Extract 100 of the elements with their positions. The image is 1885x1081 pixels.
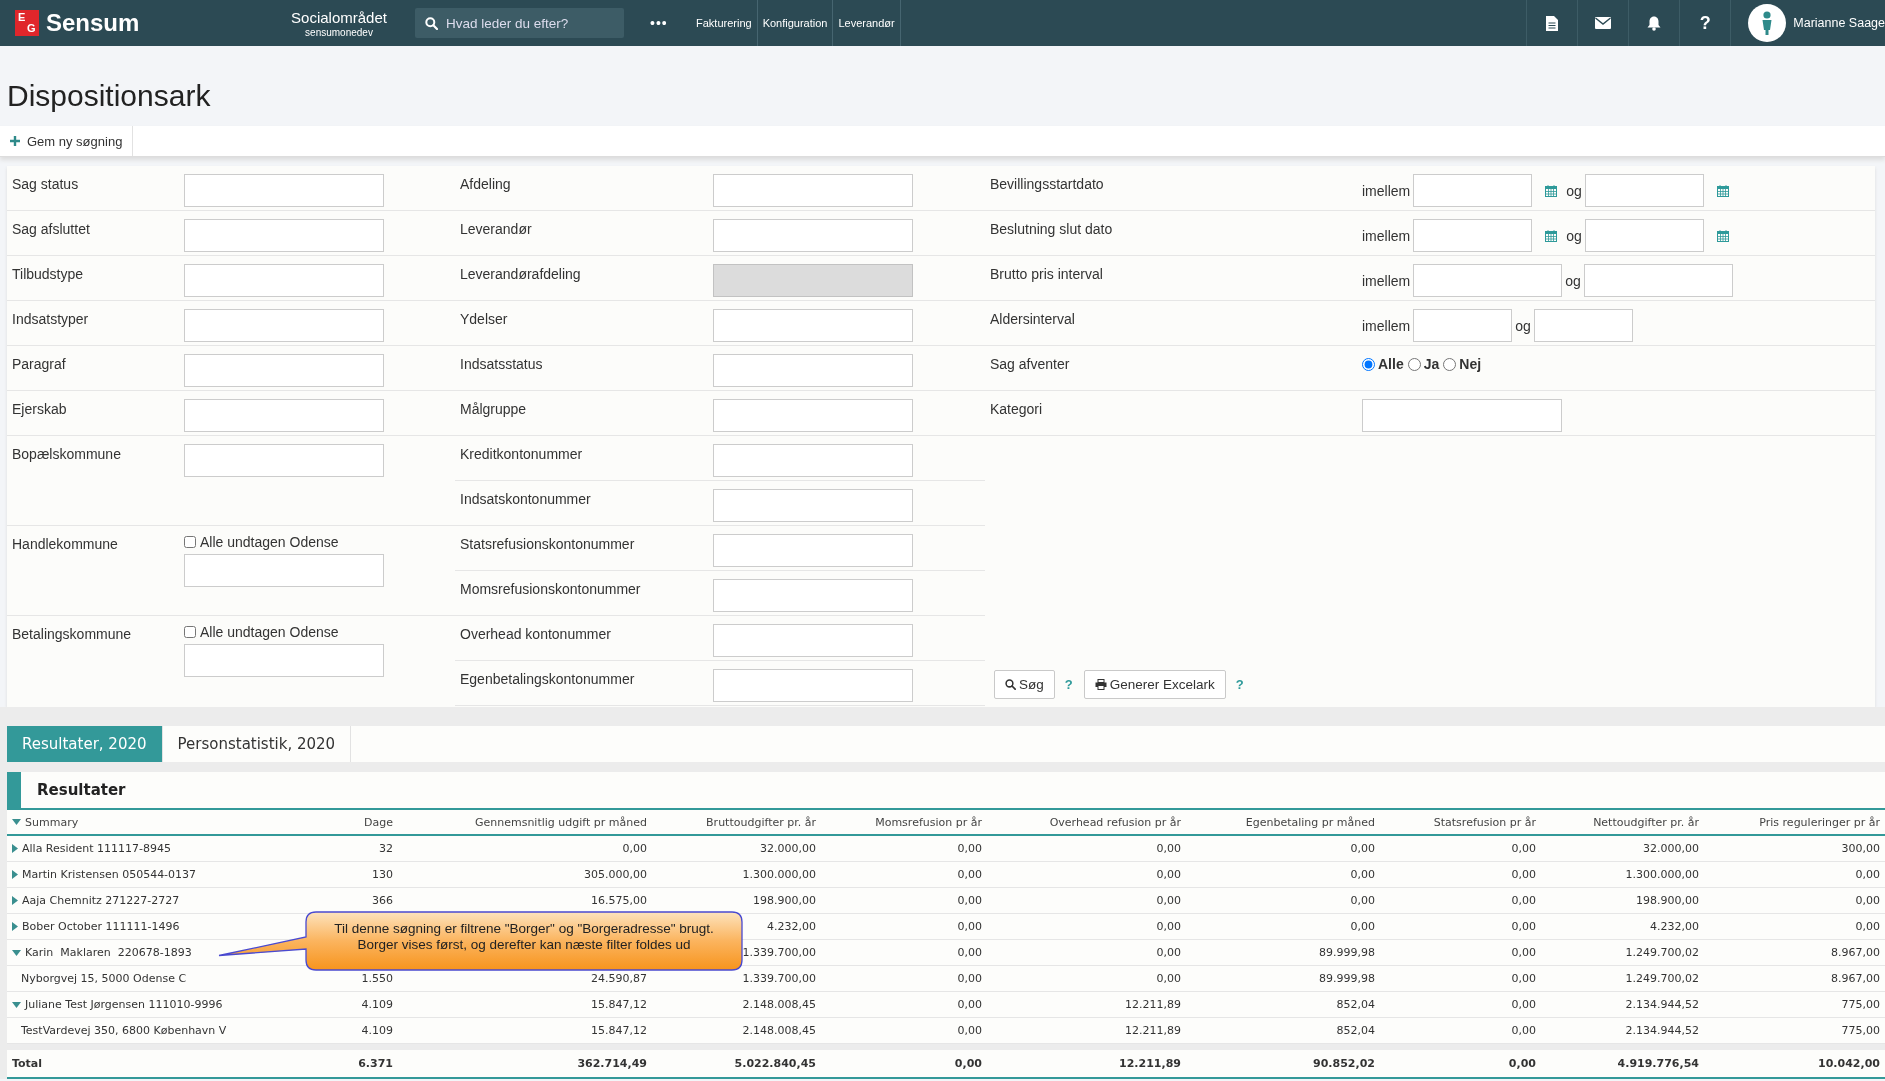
input-field[interactable] bbox=[1413, 174, 1533, 207]
search-button[interactable]: Søg bbox=[994, 670, 1055, 699]
expand-caret-icon[interactable] bbox=[12, 870, 18, 879]
document-icon[interactable] bbox=[1546, 15, 1559, 31]
avatar-icon[interactable] bbox=[1748, 4, 1787, 42]
input-field[interactable] bbox=[713, 489, 913, 522]
input-field[interactable] bbox=[1413, 309, 1513, 342]
row-label: Alla Resident 111117-8945 bbox=[22, 842, 172, 855]
input-field[interactable] bbox=[184, 174, 384, 207]
range-label: imellem bbox=[1362, 227, 1411, 244]
input-field[interactable] bbox=[713, 624, 913, 657]
row-label: Nyborgvej 15, 5000 Odense C bbox=[21, 972, 187, 985]
input-field[interactable] bbox=[184, 444, 384, 477]
checkbox-label: Alle undtagen Odense bbox=[200, 624, 339, 640]
menu-link[interactable]: Konfiguration bbox=[757, 0, 834, 46]
input-field[interactable] bbox=[713, 354, 913, 387]
save-search-button[interactable]: Gem ny søgning bbox=[0, 126, 134, 156]
export-button[interactable]: Generer Excelark bbox=[1083, 670, 1226, 699]
input-field[interactable] bbox=[184, 309, 384, 342]
checkbox[interactable] bbox=[184, 536, 196, 548]
table-cell: 0,00 bbox=[1855, 868, 1880, 881]
checkbox[interactable] bbox=[184, 626, 196, 638]
calendar-icon[interactable] bbox=[1545, 229, 1558, 242]
calendar-icon[interactable] bbox=[1716, 184, 1729, 197]
field-label: Afdeling bbox=[460, 176, 511, 192]
table-cell: 1.339.700,00 bbox=[742, 972, 816, 985]
input-field[interactable] bbox=[184, 399, 384, 432]
search-field[interactable]: Hvad leder du efter? bbox=[415, 8, 624, 38]
table-cell: 5.022.840,45 bbox=[734, 1057, 816, 1070]
table-cell: 16.575,00 bbox=[591, 894, 647, 907]
table-cell: 0,00 bbox=[1156, 920, 1181, 933]
page-title: Dispositionsark bbox=[7, 79, 211, 112]
input-field[interactable] bbox=[1533, 309, 1633, 342]
table-cell: 0,00 bbox=[1156, 894, 1181, 907]
field-label: Bevillingsstartdato bbox=[990, 176, 1104, 192]
collapse-caret-icon[interactable] bbox=[12, 1001, 21, 1008]
radio-label: Alle bbox=[1378, 356, 1404, 372]
field-label: Aldersinterval bbox=[990, 311, 1075, 327]
table-cell: 4.109 bbox=[361, 998, 393, 1011]
input-field[interactable] bbox=[1413, 219, 1533, 252]
input-field[interactable] bbox=[713, 579, 913, 612]
brand-name: Sensum bbox=[46, 9, 141, 37]
help-button[interactable]: ? bbox=[1699, 12, 1711, 34]
menu-link[interactable]: Leverandør bbox=[833, 0, 901, 46]
table-cell: 12.211,89 bbox=[1125, 1024, 1181, 1037]
field-label: Egenbetalingskontonummer bbox=[460, 671, 635, 687]
table-cell: 2.134.944,52 bbox=[1625, 998, 1699, 1011]
more-menu-button[interactable]: ••• bbox=[650, 15, 680, 31]
expand-caret-icon[interactable] bbox=[12, 922, 18, 931]
input-field[interactable] bbox=[184, 554, 384, 587]
menu-link[interactable]: Fakturering bbox=[691, 0, 758, 46]
input-field[interactable] bbox=[1584, 174, 1704, 207]
area-title[interactable]: Socialområdet bbox=[291, 8, 387, 26]
input-field[interactable] bbox=[1413, 264, 1563, 297]
bell-icon[interactable] bbox=[1647, 15, 1662, 31]
radio-button[interactable] bbox=[1362, 357, 1375, 371]
printer-icon bbox=[1094, 679, 1107, 690]
input-field[interactable] bbox=[184, 264, 384, 297]
table-cell: 198.900,00 bbox=[753, 894, 816, 907]
input-field[interactable] bbox=[1362, 399, 1562, 432]
expand-caret-icon[interactable] bbox=[12, 896, 18, 905]
total-label: Total bbox=[12, 1057, 43, 1070]
table-cell: 89.999,98 bbox=[1319, 972, 1375, 985]
table-cell: 0,00 bbox=[1156, 842, 1181, 855]
input-field[interactable] bbox=[1583, 264, 1733, 297]
input-field[interactable] bbox=[713, 399, 913, 432]
input-field[interactable] bbox=[184, 219, 384, 252]
table-cell: 1.339.700,00 bbox=[742, 946, 816, 959]
table-cell: 0,00 bbox=[957, 1024, 982, 1037]
radio-button[interactable] bbox=[1443, 357, 1457, 371]
table-cell: 775,00 bbox=[1841, 1024, 1880, 1037]
table-cell: 0,00 bbox=[957, 972, 982, 985]
user-name[interactable]: Marianne Saage bbox=[1793, 16, 1885, 30]
expand-caret-icon[interactable] bbox=[12, 844, 18, 853]
table-cell: 1.550 bbox=[361, 972, 393, 985]
calendar-icon[interactable] bbox=[1545, 184, 1558, 197]
collapse-caret-icon[interactable] bbox=[12, 949, 21, 956]
input-field[interactable] bbox=[713, 534, 913, 567]
input-field[interactable] bbox=[713, 669, 913, 702]
input-field[interactable] bbox=[184, 354, 384, 387]
collapse-caret-icon[interactable] bbox=[12, 819, 21, 825]
radio-button[interactable] bbox=[1407, 357, 1421, 371]
row-label: Bober October 111111-1496 bbox=[22, 920, 180, 933]
table-cell: 2.148.008,45 bbox=[742, 1024, 816, 1037]
field-label: Sag afventer bbox=[990, 356, 1070, 372]
field-label: Overhead kontonummer bbox=[460, 626, 611, 642]
table-cell: 0,00 bbox=[622, 842, 647, 855]
calendar-icon[interactable] bbox=[1716, 229, 1729, 242]
table-cell: 0,00 bbox=[1511, 998, 1536, 1011]
input-field[interactable] bbox=[1584, 219, 1704, 252]
table-cell: 0,00 bbox=[957, 920, 982, 933]
row-label: Aaja Chemnitz 271227-2727 bbox=[22, 894, 180, 907]
input-field[interactable] bbox=[713, 444, 913, 477]
input-field[interactable] bbox=[713, 219, 913, 252]
table-cell: 852,04 bbox=[1336, 998, 1375, 1011]
column-header: Summary bbox=[25, 815, 79, 829]
input-field[interactable] bbox=[184, 644, 384, 677]
mail-icon[interactable] bbox=[1595, 17, 1612, 29]
input-field[interactable] bbox=[713, 174, 913, 207]
input-field[interactable] bbox=[713, 309, 913, 342]
